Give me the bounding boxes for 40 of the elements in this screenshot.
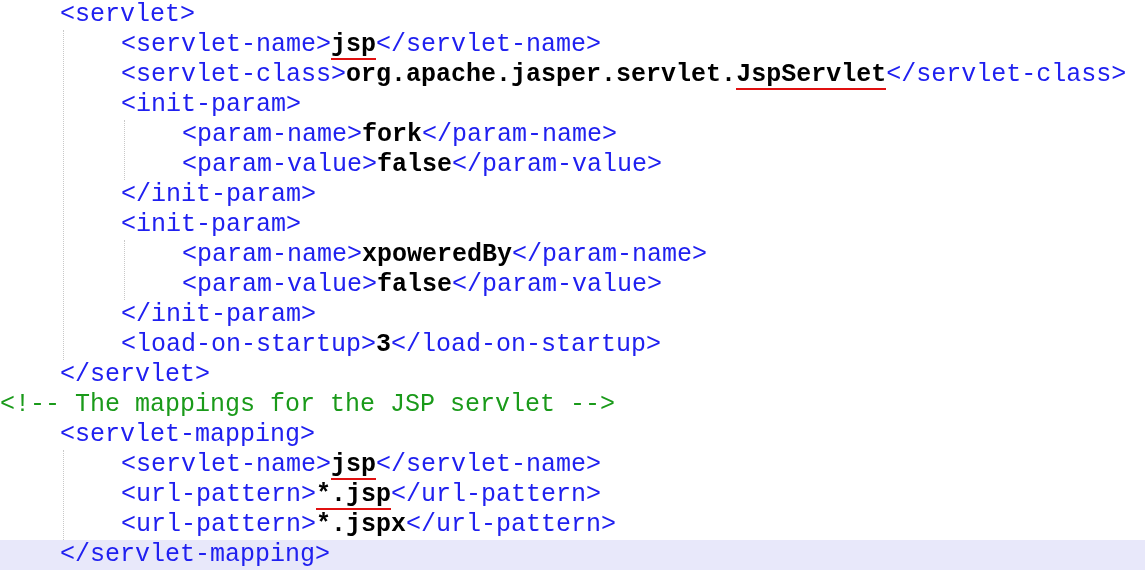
element-value: false [377,152,453,178]
element-value: 3 [376,332,392,358]
xml-tag: </param-value> [452,272,663,298]
xml-tag: <servlet-name> [121,32,332,58]
xml-tag: <init-param> [121,92,302,118]
element-value: JspServlet [736,62,887,90]
element-value: jsp [331,32,377,60]
xml-tag: <servlet-name> [121,452,332,478]
xml-tag: <param-value> [182,272,378,298]
code-comment: <!-- The mappings for the JSP servlet --> [0,392,616,418]
xml-tag: </param-name> [512,242,708,268]
xml-tag: </load-on-startup> [391,332,662,358]
xml-tag: <init-param> [121,212,302,238]
xml-tag: </servlet-name> [376,452,602,478]
element-value: false [377,272,453,298]
xml-tag: <param-name> [182,242,363,268]
element-value: fork [362,122,423,148]
element-value: *.jsp [316,482,392,510]
xml-tag: <url-pattern> [121,512,317,538]
xml-tag: </init-param> [121,182,317,208]
xml-tag: <load-on-startup> [121,332,377,358]
xml-tag: </init-param> [121,302,317,328]
xml-tag: <servlet-class> [121,62,347,88]
element-value: org.apache.jasper.servlet. [346,62,737,88]
xml-tag: </url-pattern> [391,482,602,508]
xml-tag: </servlet-mapping> [60,542,331,568]
xml-tag: <param-value> [182,152,378,178]
xml-tag: </servlet> [60,362,211,388]
xml-tag: <url-pattern> [121,482,317,508]
xml-tag: <param-name> [182,122,363,148]
xml-tag: <servlet> [60,2,196,28]
xml-tag: </param-name> [422,122,618,148]
xml-tag: </servlet-class> [886,62,1127,88]
xml-tag: </servlet-name> [376,32,602,58]
element-value: *.jspx [316,512,407,538]
xml-tag: </param-value> [452,152,663,178]
xml-tag: <servlet-mapping> [60,422,316,448]
xml-tag: </url-pattern> [406,512,617,538]
element-value: xpoweredBy [362,242,513,268]
element-value: jsp [331,452,377,480]
